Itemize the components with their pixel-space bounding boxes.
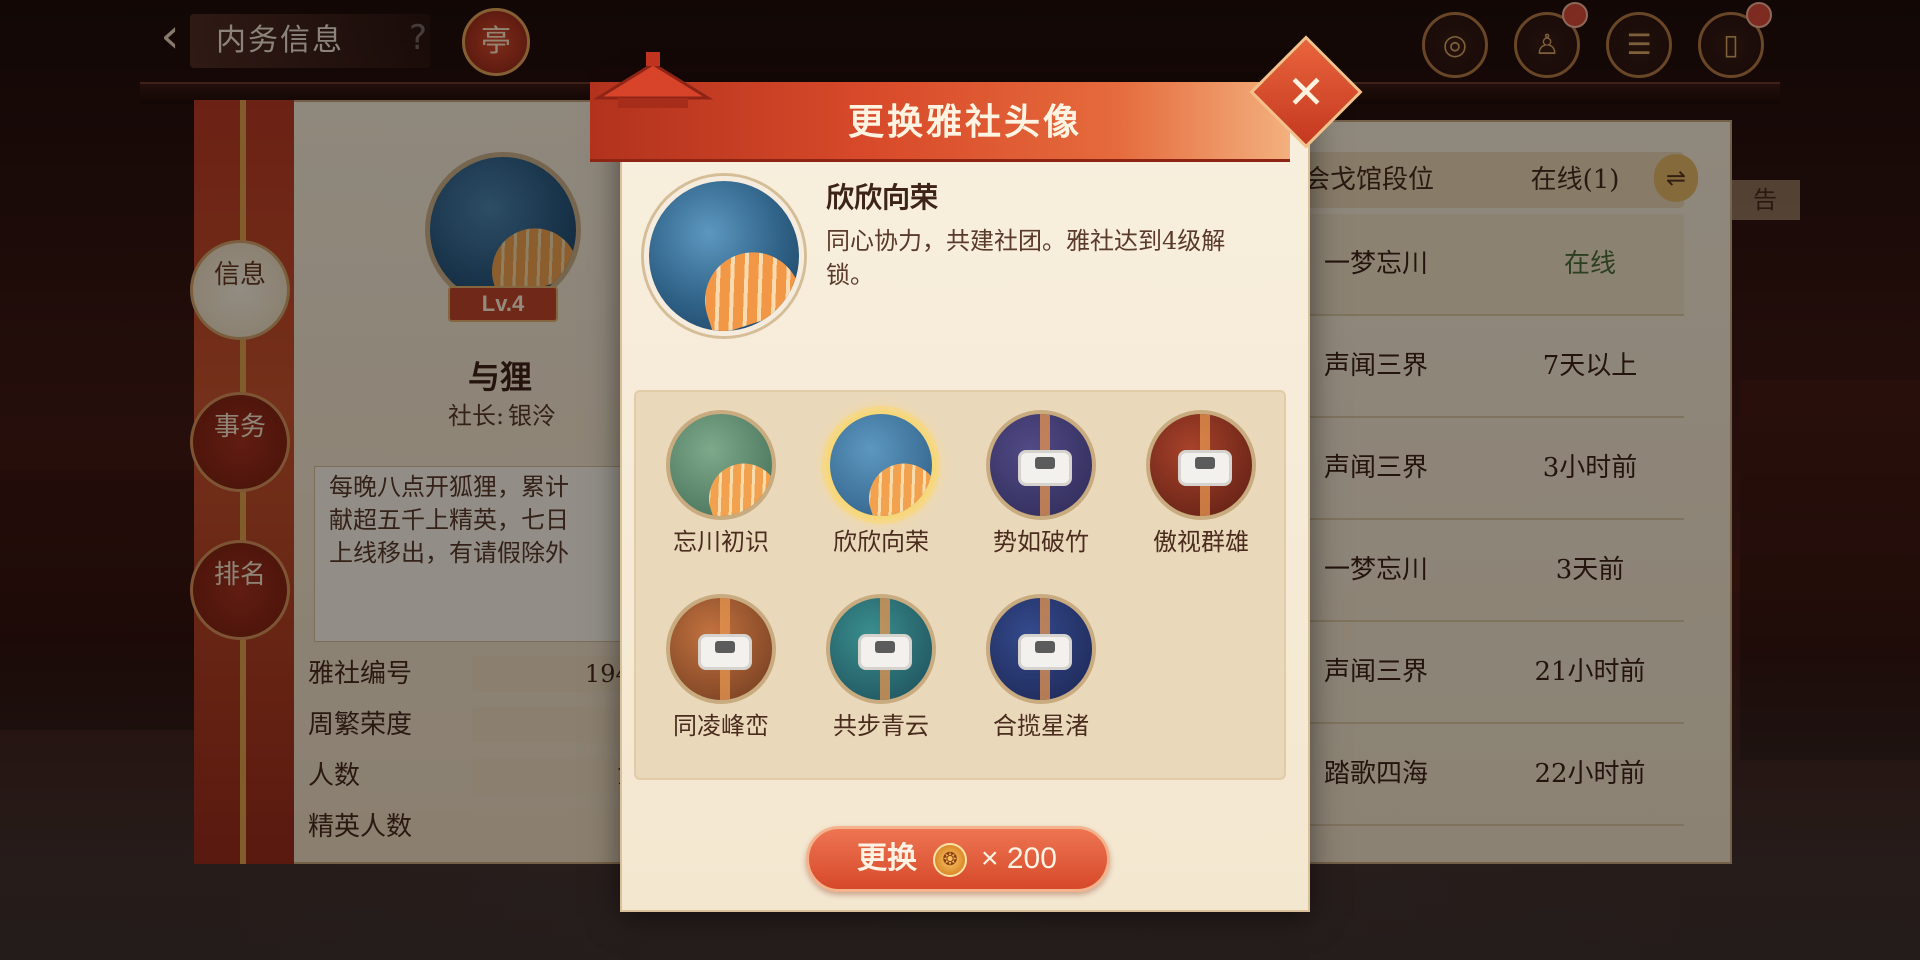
lock-icon xyxy=(1178,450,1232,486)
avatar-label: 同凌峰峦 xyxy=(673,712,769,740)
avatar-emblem xyxy=(826,594,936,704)
close-icon: ✕ xyxy=(1286,65,1326,119)
avatar-option[interactable]: 合揽星渚 xyxy=(976,594,1106,754)
avatar-emblem xyxy=(986,410,1096,520)
avatar-option[interactable]: 忘川初识 xyxy=(656,410,786,570)
coin-icon: ❂ xyxy=(933,843,967,877)
avatar-option[interactable]: 同凌峰峦 xyxy=(656,594,786,754)
avatar-label: 傲视群雄 xyxy=(1153,528,1249,556)
avatar-option[interactable]: 势如破竹 xyxy=(976,410,1106,570)
fan-icon xyxy=(859,454,932,516)
avatar-option[interactable]: 傲视群雄 xyxy=(1136,410,1266,570)
dialog-title: 更换雅社头像 xyxy=(847,101,1082,143)
avatar-emblem xyxy=(826,410,936,520)
lock-icon xyxy=(1018,634,1072,670)
lock-icon xyxy=(698,634,752,670)
lock-icon xyxy=(1018,450,1072,486)
avatar-emblem xyxy=(986,594,1096,704)
avatar-emblem xyxy=(666,410,776,520)
avatar-label: 忘川初识 xyxy=(673,528,769,556)
selected-avatar-preview xyxy=(644,176,804,336)
lock-icon xyxy=(858,634,912,670)
avatar-label: 欣欣向荣 xyxy=(833,528,929,556)
avatar-label: 势如破竹 xyxy=(993,528,1089,556)
change-avatar-button[interactable]: 更换 ❂ × 200 xyxy=(806,826,1110,892)
avatar-option[interactable]: 共步青云 xyxy=(816,594,946,754)
avatar-emblem xyxy=(1146,410,1256,520)
fan-icon xyxy=(699,454,772,516)
avatar-emblem xyxy=(666,594,776,704)
avatar-label: 共步青云 xyxy=(833,712,929,740)
avatar-option[interactable]: 欣欣向荣 xyxy=(816,410,946,570)
change-button-cost: × 200 xyxy=(981,842,1057,875)
selected-avatar-name: 欣欣向荣 xyxy=(826,181,939,214)
change-button-label: 更换 xyxy=(857,841,917,876)
avatar-label: 合揽星渚 xyxy=(993,712,1089,740)
selected-avatar-description: 同心协力，共建社团。雅社达到4级解锁。 xyxy=(826,227,1226,289)
